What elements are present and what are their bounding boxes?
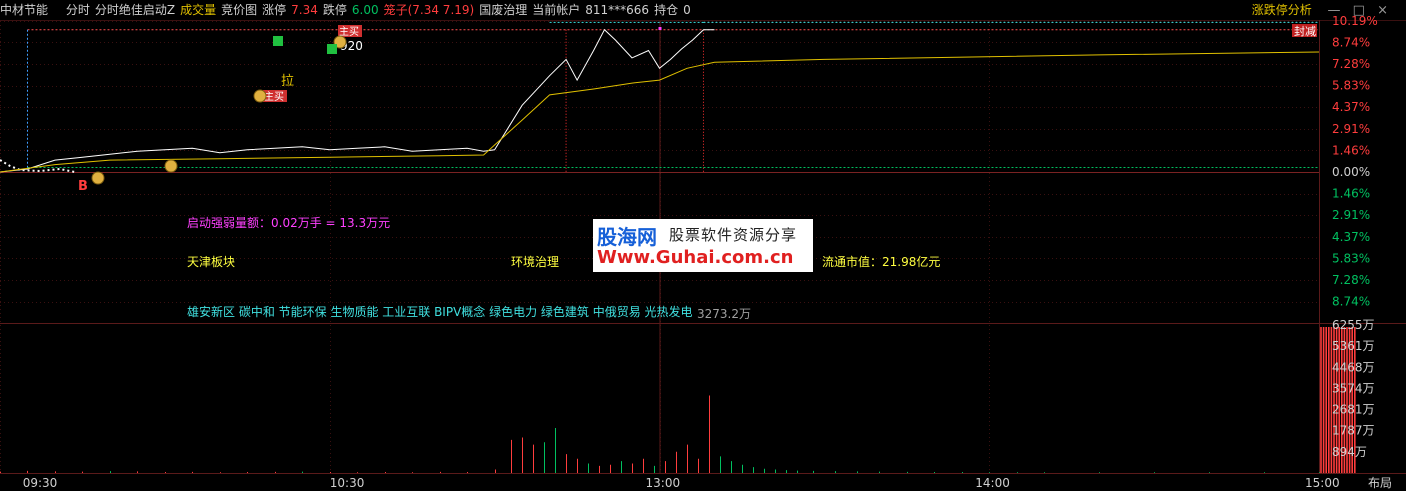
sector-label-1: 天津板块 — [187, 255, 235, 269]
pct-tick-down-1: 2.91% — [1332, 208, 1370, 222]
qidong-label: 启动强弱量额：0.02万手 = 13.3万元 — [187, 216, 390, 230]
watermark-slogan: 股票软件资源分享 — [669, 226, 798, 244]
pct-tick-down-5: 8.74% — [1332, 295, 1370, 309]
sector-label-2: 环境治理 — [511, 254, 559, 269]
magenta-marker — [658, 27, 662, 30]
pct-tick-up-6: 1.46% — [1332, 143, 1370, 157]
watermark-url: Www.Guhai.com.cn — [597, 247, 794, 268]
pct-tick-up-1: 8.74% — [1332, 35, 1370, 49]
x-tick-3: 14:00 — [975, 476, 1010, 490]
x-tick-1: 10:30 — [330, 476, 365, 490]
money-bag-icon-2 — [253, 89, 267, 103]
watermark: 股海网 股票软件资源分享 Www.Guhai.com.cn — [593, 219, 813, 272]
pct-tick-up-7: 0.00% — [1332, 165, 1370, 179]
vol-tick-4: 2681万 — [1332, 403, 1375, 417]
vol-tick-3: 3574万 — [1332, 381, 1375, 395]
x-tick-0: 09:30 — [23, 476, 58, 490]
buy-mark: B — [78, 179, 88, 194]
la-mark: 拉 — [281, 74, 294, 89]
money-bag-icon-1 — [164, 159, 178, 173]
vol-tick-1: 5361万 — [1332, 339, 1375, 353]
watermark-site: 股海网 — [597, 225, 657, 249]
x-tick-2: 13:00 — [646, 476, 681, 490]
pct-tick-up-0: 10.19% — [1332, 14, 1378, 28]
pct-tick-up-3: 5.83% — [1332, 79, 1370, 93]
x-tick-4: 15:00 — [1305, 476, 1340, 490]
signal-icon-0 — [273, 36, 283, 46]
pct-tick-down-2: 4.37% — [1332, 230, 1370, 244]
vol-peak-label: 3273.2万 — [697, 307, 751, 321]
vol-tick-5: 1787万 — [1332, 424, 1375, 438]
signal-icon-1 — [327, 44, 337, 54]
vol-tick-0: 6255万 — [1332, 318, 1375, 332]
pct-tick-up-5: 2.91% — [1332, 122, 1370, 136]
vol-tick-2: 4468万 — [1332, 360, 1375, 374]
money-bag-icon-0 — [91, 171, 105, 185]
pct-tick-up-2: 7.28% — [1332, 57, 1370, 71]
fengdan-label: 封减 — [1294, 24, 1316, 38]
pct-tick-up-4: 4.37% — [1332, 100, 1370, 114]
float-mv-label: 流通市值：21.98亿元 — [822, 254, 940, 269]
pct-tick-down-0: 1.46% — [1332, 187, 1370, 201]
zhuli-label-1: 主买 — [264, 91, 284, 103]
vol-tick-6: 894万 — [1332, 445, 1367, 459]
concepts-label: 雄安新区 碳中和 节能环保 生物质能 工业互联 BIPV概念 绿色电力 绿色建筑… — [187, 304, 693, 319]
pct-tick-down-4: 7.28% — [1332, 273, 1370, 287]
layout-button: 布局 — [1368, 476, 1392, 490]
pct-tick-down-3: 5.83% — [1332, 251, 1370, 265]
